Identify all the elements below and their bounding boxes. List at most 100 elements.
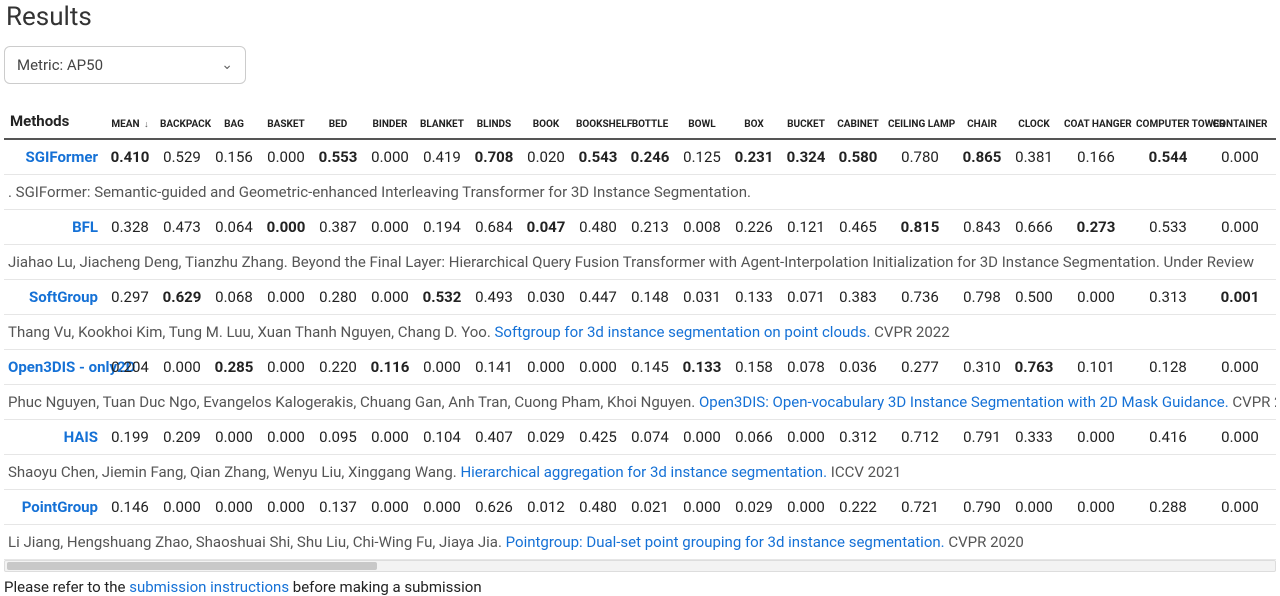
method-name[interactable]: SGIFormer	[4, 139, 104, 175]
value-cell: 0.146	[104, 490, 156, 525]
scrollbar-thumb[interactable]	[7, 562, 377, 570]
value-cell: 0.066	[728, 420, 780, 455]
value-cell: 0.312	[832, 420, 884, 455]
col-bed[interactable]: BED	[312, 106, 364, 139]
col-box[interactable]: BOX	[728, 106, 780, 139]
col-chair[interactable]: CHAIR	[956, 106, 1008, 139]
method-name[interactable]: Open3DIS - only2D	[4, 350, 104, 385]
value-cell: 0.213	[624, 210, 676, 245]
value-cell: 0.000	[260, 139, 312, 175]
caption-row: Li Jiang, Hengshuang Zhao, Shaoshuai Shi…	[4, 525, 1276, 560]
table-row: BFL0.3280.4730.0640.0000.3870.0000.1940.…	[4, 210, 1276, 245]
value-cell: 0.000	[260, 420, 312, 455]
value-cell: 0.133	[728, 280, 780, 315]
citation-link[interactable]: Pointgroup: Dual-set point grouping for …	[506, 533, 945, 551]
col-mean[interactable]: MEAN ↓	[104, 106, 156, 139]
method-name[interactable]: SoftGroup	[4, 280, 104, 315]
col-container[interactable]: CONTAINER	[1204, 106, 1276, 139]
col-bottle[interactable]: BOTTLE	[624, 106, 676, 139]
col-bag[interactable]: BAG	[208, 106, 260, 139]
value-cell: 0.285	[208, 350, 260, 385]
value-cell: 0.425	[572, 420, 624, 455]
value-cell: 0.148	[624, 280, 676, 315]
method-name[interactable]: PointGroup	[4, 490, 104, 525]
value-cell: 0.000	[572, 350, 624, 385]
metric-select[interactable]: Metric: AP50 ⌄	[4, 46, 246, 84]
value-cell: 0.843	[956, 210, 1008, 245]
submission-instructions-link[interactable]: submission instructions	[129, 578, 289, 596]
value-cell: 0.493	[468, 280, 520, 315]
value-cell: 0.222	[832, 490, 884, 525]
col-methods[interactable]: Methods	[4, 106, 104, 139]
table-row: PointGroup0.1460.0000.0000.0000.1370.000…	[4, 490, 1276, 525]
table-row: HAIS0.1990.2090.0000.0000.0950.0000.1040…	[4, 420, 1276, 455]
horizontal-scrollbar[interactable]	[4, 560, 1276, 572]
col-backpack[interactable]: BACKPACK	[156, 106, 208, 139]
col-book[interactable]: BOOK	[520, 106, 572, 139]
value-cell: 0.297	[104, 280, 156, 315]
col-cabinet[interactable]: CABINET	[832, 106, 884, 139]
value-cell: 0.008	[676, 210, 728, 245]
col-bucket[interactable]: BUCKET	[780, 106, 832, 139]
value-cell: 0.000	[260, 350, 312, 385]
value-cell: 0.480	[572, 490, 624, 525]
value-cell: 0.500	[1008, 280, 1060, 315]
results-table-scroll[interactable]: MethodsMEAN ↓BACKPACKBAGBASKETBEDBINDERB…	[4, 106, 1276, 560]
value-cell: 0.064	[208, 210, 260, 245]
col-computer-tower[interactable]: COMPUTER TOWER	[1132, 106, 1204, 139]
value-cell: 0.133	[676, 350, 728, 385]
value-cell: 0.736	[884, 280, 956, 315]
method-name[interactable]: HAIS	[4, 420, 104, 455]
sort-desc-icon: ↓	[144, 120, 149, 130]
caption-cell: Shaoyu Chen, Jiemin Fang, Qian Zhang, We…	[4, 455, 1276, 490]
value-cell: 0.407	[468, 420, 520, 455]
value-cell: 0.273	[1060, 210, 1132, 245]
value-cell: 0.000	[208, 420, 260, 455]
value-cell: 0.071	[780, 280, 832, 315]
value-cell: 0.000	[1204, 490, 1276, 525]
value-cell: 0.000	[1008, 490, 1060, 525]
citation-link[interactable]: Hierarchical aggregation for 3d instance…	[460, 463, 827, 481]
value-cell: 0.000	[364, 139, 416, 175]
value-cell: 0.553	[312, 139, 364, 175]
caption-cell: Jiahao Lu, Jiacheng Deng, Tianzhu Zhang.…	[4, 245, 1276, 280]
table-row: SGIFormer0.4100.5290.1560.0000.5530.0000…	[4, 139, 1276, 175]
value-cell: 0.790	[956, 490, 1008, 525]
col-binder[interactable]: BINDER	[364, 106, 416, 139]
value-cell: 0.000	[1060, 420, 1132, 455]
value-cell: 0.141	[468, 350, 520, 385]
col-blanket[interactable]: BLANKET	[416, 106, 468, 139]
value-cell: 0.000	[1204, 350, 1276, 385]
value-cell: 0.544	[1132, 139, 1204, 175]
value-cell: 0.580	[832, 139, 884, 175]
value-cell: 0.000	[1060, 280, 1132, 315]
col-coat-hanger[interactable]: COAT HANGER	[1060, 106, 1132, 139]
col-basket[interactable]: BASKET	[260, 106, 312, 139]
value-cell: 0.068	[208, 280, 260, 315]
value-cell: 0.000	[1060, 490, 1132, 525]
value-cell: 0.447	[572, 280, 624, 315]
value-cell: 0.708	[468, 139, 520, 175]
value-cell: 0.145	[624, 350, 676, 385]
caption-cell: . SGIFormer: Semantic-guided and Geometr…	[4, 175, 1276, 210]
col-ceiling-lamp[interactable]: CEILING LAMP	[884, 106, 956, 139]
col-clock[interactable]: CLOCK	[1008, 106, 1060, 139]
col-bookshelf[interactable]: BOOKSHELF	[572, 106, 624, 139]
citation-link[interactable]: Open3DIS: Open-vocabulary 3D Instance Se…	[699, 393, 1229, 411]
col-blinds[interactable]: BLINDS	[468, 106, 520, 139]
value-cell: 0.629	[156, 280, 208, 315]
value-cell: 0.387	[312, 210, 364, 245]
value-cell: 0.000	[364, 280, 416, 315]
value-cell: 0.000	[364, 210, 416, 245]
col-bowl[interactable]: BOWL	[676, 106, 728, 139]
value-cell: 0.246	[624, 139, 676, 175]
value-cell: 0.000	[364, 490, 416, 525]
value-cell: 0.000	[676, 490, 728, 525]
value-cell: 0.074	[624, 420, 676, 455]
citation-link[interactable]: Softgroup for 3d instance segmentation o…	[495, 323, 871, 341]
value-cell: 0.480	[572, 210, 624, 245]
footer-post: before making a submission	[289, 578, 482, 596]
value-cell: 0.532	[416, 280, 468, 315]
value-cell: 0.324	[780, 139, 832, 175]
value-cell: 0.666	[1008, 210, 1060, 245]
